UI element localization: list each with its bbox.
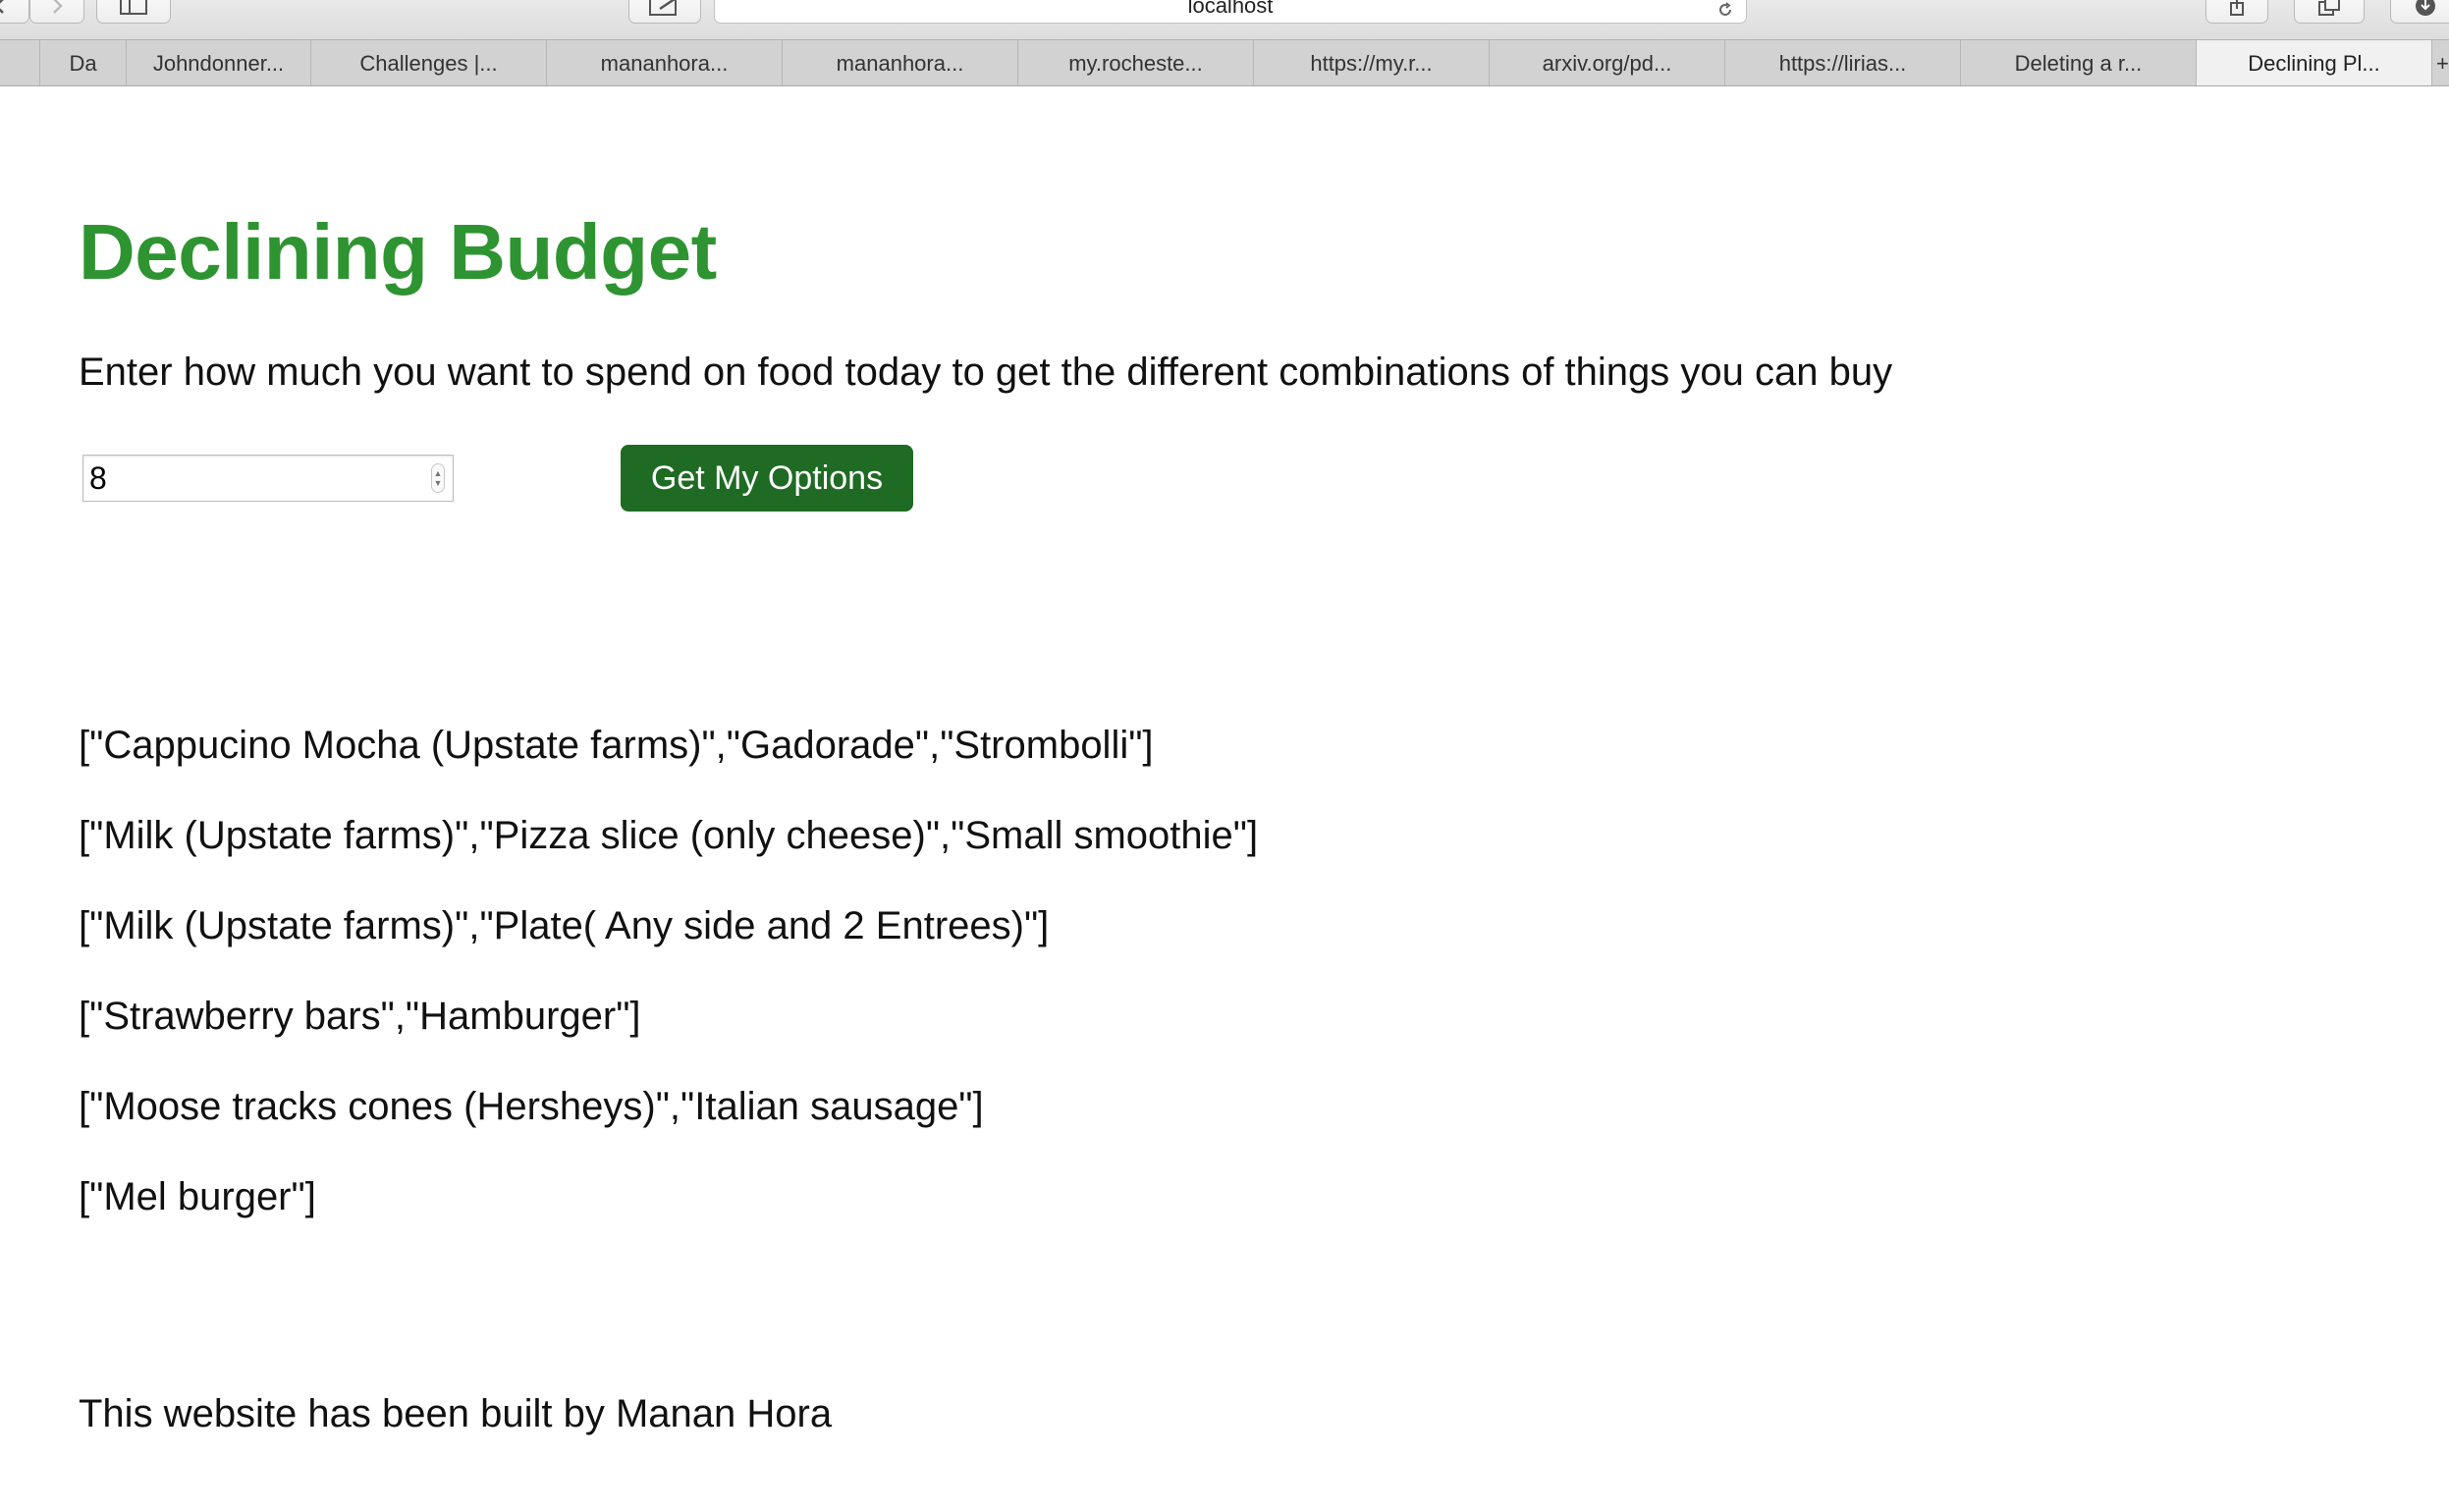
tab-4[interactable]: mananhora...: [782, 40, 1017, 85]
tab-8[interactable]: https://lirias...: [1724, 40, 1960, 85]
tab-9[interactable]: Deleting a r...: [1960, 40, 2196, 85]
stepper-down-icon[interactable]: ▼: [434, 478, 443, 488]
chevron-left-icon: [0, 0, 4, 14]
back-button[interactable]: [0, 0, 29, 24]
compose-icon: [649, 0, 677, 16]
page-content: Declining Budget Enter how much you want…: [0, 87, 2449, 1512]
tab-10-active[interactable]: Declining Pl...: [2196, 40, 2431, 85]
share-button[interactable]: [2205, 0, 2268, 24]
tab-6[interactable]: https://my.r...: [1253, 40, 1489, 85]
tab-5[interactable]: my.rocheste...: [1017, 40, 1253, 85]
footer-credit: This website has been built by Manan Hor…: [79, 1392, 833, 1435]
tab-7[interactable]: arxiv.org/pd...: [1489, 40, 1724, 85]
browser-toolbar: localhost: [0, 0, 2449, 39]
sidebar-button[interactable]: [96, 0, 171, 24]
chevron-right-icon: [53, 0, 63, 14]
tab-bar: Da Johndonner... Challenges |... mananho…: [0, 39, 2449, 86]
result-item: ["Milk (Upstate farms)","Plate( Any side…: [79, 904, 1050, 947]
reload-icon[interactable]: [1716, 1, 1734, 19]
sidebar-icon: [120, 0, 147, 15]
address-text: localhost: [1187, 0, 1274, 18]
new-tab-button[interactable]: +: [2431, 40, 2449, 85]
downloads-button[interactable]: [2390, 0, 2449, 24]
download-icon: [2416, 0, 2435, 16]
address-bar[interactable]: localhost: [714, 0, 1747, 24]
result-item: ["Mel burger"]: [79, 1175, 316, 1218]
results-list: ["Cappucino Mocha (Upstate farms)","Gado…: [79, 726, 1258, 1268]
tabs-overview-button[interactable]: [2294, 0, 2365, 24]
number-stepper[interactable]: ▲ ▼: [431, 463, 445, 493]
forward-button[interactable]: [29, 0, 84, 24]
page-title: Declining Budget: [79, 208, 717, 296]
reader-button[interactable]: [628, 0, 701, 24]
result-item: ["Cappucino Mocha (Upstate farms)","Gado…: [79, 724, 1154, 767]
tab-pinned-blank[interactable]: [0, 40, 39, 85]
instructions-text: Enter how much you want to spend on food…: [79, 351, 1893, 394]
tab-3[interactable]: mananhora...: [546, 40, 782, 85]
tab-1[interactable]: Johndonner...: [126, 40, 310, 85]
budget-input-box[interactable]: ▲ ▼: [82, 455, 454, 502]
stepper-up-icon[interactable]: ▲: [434, 468, 443, 478]
tabs-icon: [2318, 0, 2340, 16]
result-item: ["Strawberry bars","Hamburger"]: [79, 995, 641, 1038]
tab-0[interactable]: Da: [39, 40, 126, 85]
get-my-options-button[interactable]: Get My Options: [621, 445, 913, 512]
result-item: ["Milk (Upstate farms)","Pizza slice (on…: [79, 814, 1259, 857]
result-item: ["Moose tracks cones (Hersheys)","Italia…: [79, 1085, 984, 1128]
tab-2[interactable]: Challenges |...: [310, 40, 546, 85]
budget-input[interactable]: [83, 456, 417, 501]
share-icon: [2230, 0, 2244, 16]
